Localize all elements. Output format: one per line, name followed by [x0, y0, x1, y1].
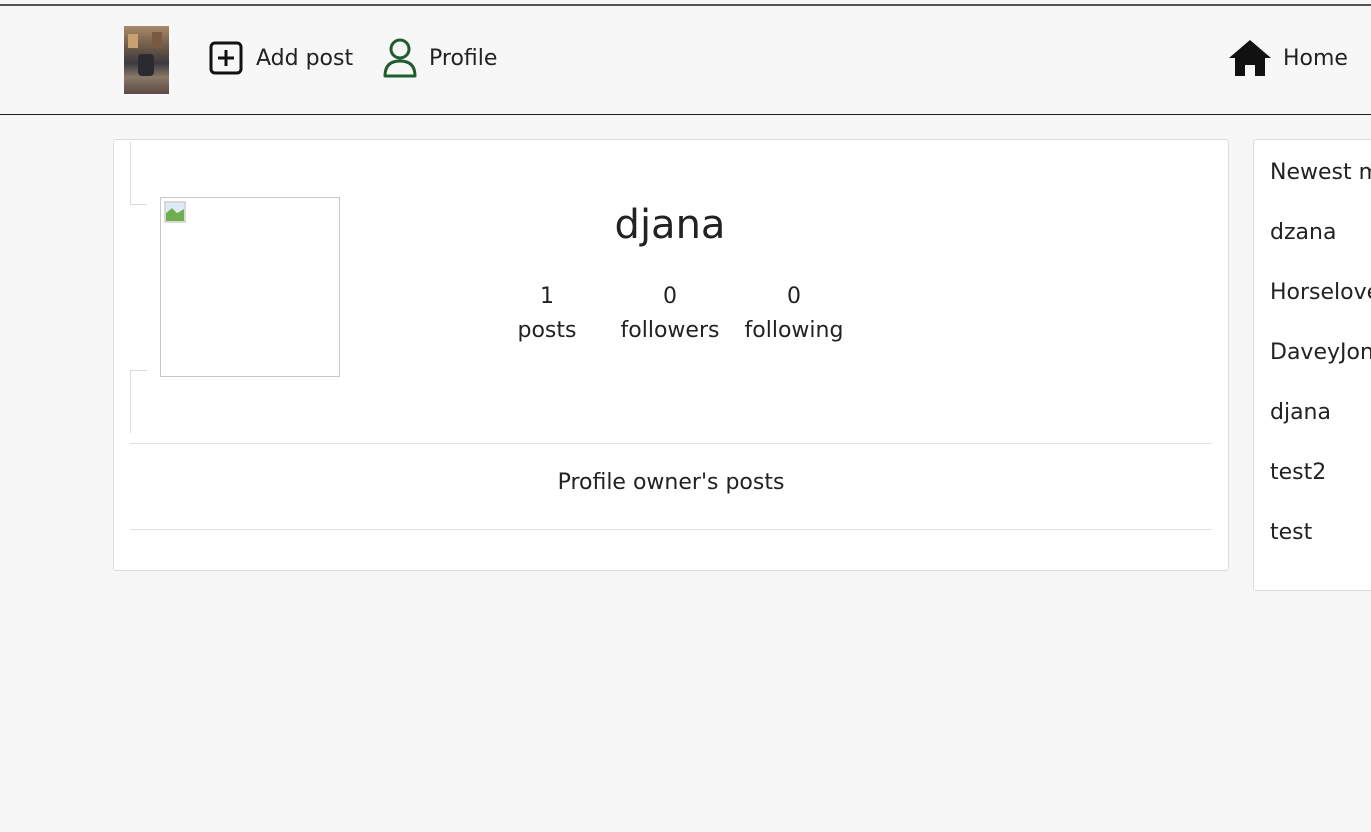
profile-card: djana 1 posts 0 followers 0 following Pr…	[113, 139, 1229, 571]
logo-detail	[128, 34, 138, 48]
logo-detail	[138, 54, 154, 76]
add-post-link[interactable]: Add post	[208, 36, 353, 80]
member-link[interactable]: dzana	[1270, 220, 1336, 245]
decorative-border	[130, 142, 147, 205]
home-link[interactable]: Home	[1227, 36, 1348, 80]
divider	[130, 529, 1212, 530]
member-link[interactable]: Horselover	[1270, 280, 1371, 305]
profile-avatar	[160, 197, 340, 377]
newest-members-panel: Newest members dzana Horselover DaveyJon…	[1253, 139, 1371, 591]
user-icon	[381, 37, 419, 79]
posts-count: 1	[540, 284, 554, 309]
profile-username: djana	[614, 202, 726, 248]
broken-image-icon	[164, 201, 186, 223]
panel-title: Newest members	[1270, 160, 1371, 185]
member-link[interactable]: djana	[1270, 400, 1331, 425]
plus-square-icon	[208, 40, 244, 76]
navbar: Add post Profile Home	[0, 6, 1371, 115]
followers-stat: 0 followers	[614, 280, 726, 348]
profile-link[interactable]: Profile	[381, 36, 497, 80]
decorative-border	[130, 370, 147, 433]
posts-stat: 1 posts	[509, 280, 585, 348]
posts-heading: Profile owner's posts	[557, 470, 785, 495]
followers-count: 0	[663, 284, 677, 309]
logo[interactable]	[124, 26, 169, 94]
following-stat: 0 following	[736, 280, 852, 348]
posts-label: posts	[517, 318, 577, 343]
followers-label: followers	[620, 318, 720, 343]
profile-label: Profile	[429, 45, 498, 71]
following-count: 0	[787, 284, 801, 309]
home-label: Home	[1283, 45, 1348, 71]
logo-detail	[152, 32, 162, 48]
member-link[interactable]: DaveyJones	[1270, 340, 1371, 365]
member-link[interactable]: test2	[1270, 460, 1326, 485]
following-label: following	[744, 318, 844, 343]
divider	[130, 443, 1212, 444]
home-icon	[1227, 38, 1273, 78]
member-link[interactable]: test	[1270, 520, 1312, 545]
add-post-label: Add post	[256, 45, 354, 71]
